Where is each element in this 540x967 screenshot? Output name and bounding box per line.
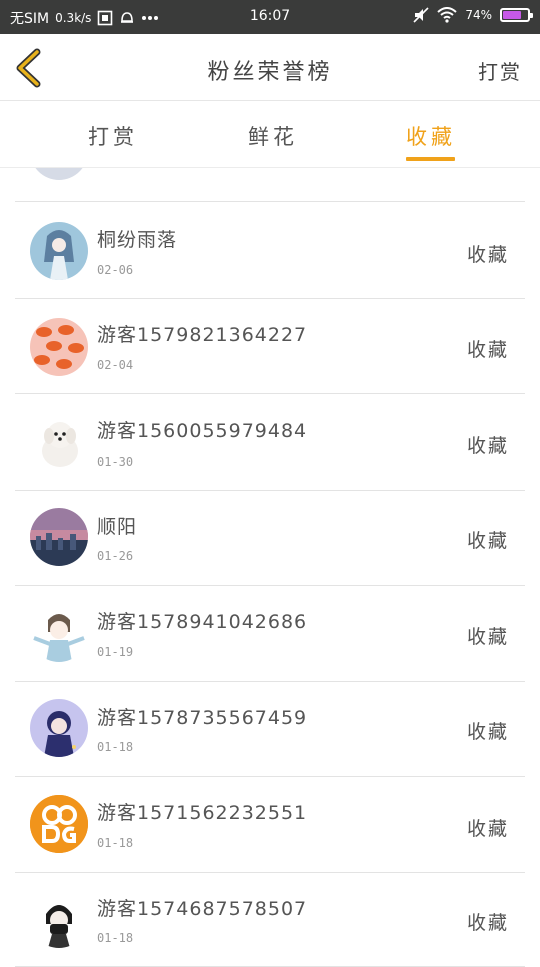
list-item-name: 游客1579821364227	[97, 324, 308, 346]
title-bar: 粉丝荣誉榜 打赏	[0, 34, 540, 101]
avatar	[30, 413, 88, 471]
list-item-date: 01-26	[97, 549, 134, 563]
status-bar: 无SIM 0.3k/s 16:07 74%	[0, 0, 540, 34]
list-item-date: 01-19	[97, 645, 134, 659]
reward-header-button[interactable]: 打赏	[478, 56, 522, 85]
avatar	[30, 795, 88, 853]
list-item-date: 02-06	[97, 263, 134, 277]
avatar	[30, 699, 88, 757]
avatar	[30, 318, 88, 376]
avatar	[30, 890, 88, 948]
favorite-label: 收藏	[466, 721, 509, 743]
list-item-date: 02-04	[97, 358, 134, 372]
list-item[interactable]: 游客1579821364227 02-04 收藏	[15, 299, 525, 394]
list-item-date: 01-18	[97, 740, 134, 754]
fan-list[interactable]: 02-07 桐纷雨落 02-06 收藏 游客1579821364227 02-0…	[0, 168, 540, 967]
list-item[interactable]: 顺阳 01-26 收藏	[15, 491, 525, 586]
list-item[interactable]: 游客1560055979484 01-30 收藏	[15, 394, 525, 491]
list-item[interactable]: 02-07	[15, 168, 525, 202]
tab-bar: 打赏 鲜花 收藏	[0, 101, 540, 168]
tab-flowers[interactable]: 鲜花	[248, 121, 298, 151]
battery-icon	[500, 8, 533, 22]
list-item-date: 01-18	[97, 931, 134, 945]
avatar	[30, 604, 88, 662]
wifi-icon	[437, 7, 457, 23]
list-item[interactable]: 桐纷雨落 02-06 收藏	[15, 202, 525, 299]
active-tab-indicator	[406, 157, 455, 161]
favorite-label: 收藏	[466, 530, 509, 552]
list-item-name: 游客1578941042686	[97, 611, 308, 633]
favorite-label: 收藏	[466, 818, 509, 840]
list-item-date: 01-30	[97, 455, 134, 469]
avatar	[30, 222, 88, 280]
avatar	[30, 168, 88, 180]
list-item-date: 01-18	[97, 836, 134, 850]
list-item[interactable]: 游客1571562232551 01-18 收藏	[15, 777, 525, 873]
status-right: 74%	[413, 7, 533, 23]
list-item-name: 游客1560055979484	[97, 420, 308, 442]
page-title: 粉丝荣誉榜	[207, 60, 333, 85]
tab-favorites[interactable]: 收藏	[406, 121, 456, 151]
list-item[interactable]: 游客1578735567459 01-18 收藏	[15, 682, 525, 777]
list-item[interactable]: 游客1578941042686 01-19 收藏	[15, 586, 525, 682]
mute-icon	[413, 7, 429, 23]
favorite-label: 收藏	[466, 339, 509, 361]
list-item-name: 桐纷雨落	[97, 229, 178, 251]
list-item-name: 游客1574687578507	[97, 898, 308, 920]
list-item-name: 游客1571562232551	[97, 802, 308, 824]
list-item-name: 游客1578735567459	[97, 707, 308, 729]
list-item[interactable]: 游客1574687578507 01-18 收藏	[15, 873, 525, 967]
battery-percent: 74%	[465, 8, 492, 22]
avatar	[30, 508, 88, 566]
favorite-label: 收藏	[466, 435, 509, 457]
favorite-label: 收藏	[466, 244, 509, 266]
list-item-name: 顺阳	[97, 516, 138, 538]
tab-reward[interactable]: 打赏	[88, 121, 138, 151]
battery-cap	[530, 13, 533, 18]
battery-level-fill	[503, 11, 521, 19]
favorite-label: 收藏	[466, 626, 509, 648]
favorite-label: 收藏	[466, 912, 509, 934]
